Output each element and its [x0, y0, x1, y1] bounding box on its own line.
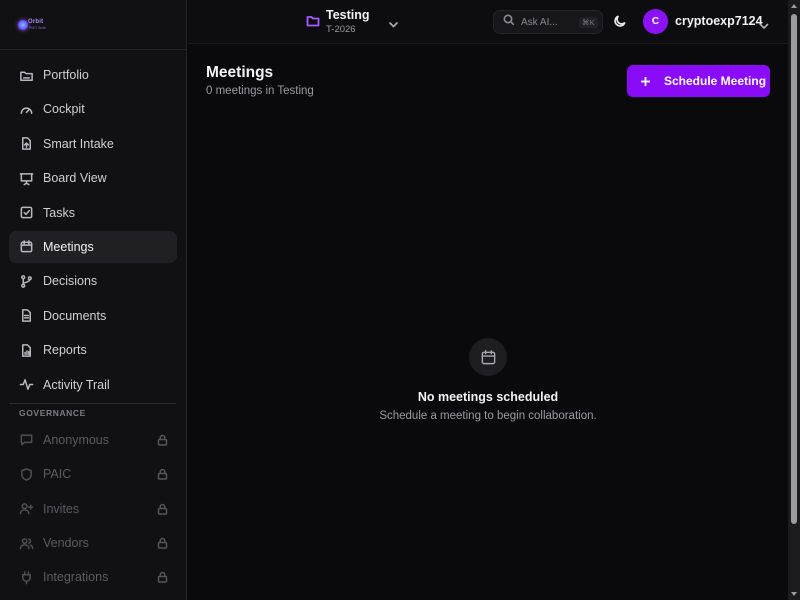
logo-subtext: PMO Suite	[29, 25, 46, 30]
sidebar-item-documents[interactable]: Documents	[9, 300, 177, 332]
plus-icon	[640, 76, 651, 87]
sidebar-item-integrations[interactable]: Integrations	[9, 561, 177, 593]
sidebar-item-activity-trail[interactable]: Activity Trail	[9, 369, 177, 401]
gauge-icon	[18, 101, 34, 117]
calendar-icon	[469, 338, 507, 376]
schedule-meeting-button[interactable]: Schedule Meeting	[627, 65, 770, 97]
app-logo[interactable]: Orbit PMO Suite	[16, 17, 46, 33]
sidebar-item-label: Tasks	[43, 205, 75, 220]
plug-icon	[18, 569, 34, 585]
sidebar-item-label: Meetings	[43, 239, 94, 254]
username[interactable]: cryptoexp7124	[675, 14, 763, 28]
bar-chart-icon	[18, 342, 34, 358]
empty-state-description: Schedule a meeting to begin collaboratio…	[379, 410, 597, 422]
sidebar-item-meetings[interactable]: Meetings	[9, 230, 177, 263]
sidebar-item-label: Invites	[43, 501, 80, 516]
sidebar-item-vendors[interactable]: Vendors	[9, 527, 177, 559]
git-branch-icon	[18, 273, 34, 289]
sidebar-item-label: Decisions	[43, 274, 98, 289]
sidebar-item-label: Vendors	[43, 536, 89, 551]
scroll-up-arrow-icon[interactable]	[791, 4, 797, 8]
chevron-down-icon	[388, 16, 400, 28]
sidebar-item-board-view[interactable]: Board View	[9, 162, 177, 194]
sidebar-item-label: PAIC	[43, 467, 72, 482]
logo-mark	[18, 19, 28, 30]
users-icon	[18, 535, 34, 551]
sidebar-item-label: Anonymous	[43, 432, 110, 447]
presentation-icon	[18, 170, 34, 186]
ask-ai-search[interactable]: Ask AI... ⌘K	[493, 10, 603, 34]
sidebar-item-decisions[interactable]: Decisions	[9, 265, 177, 297]
sidebar-item-label: Portfolio	[43, 68, 89, 82]
sidebar-item-anonymous[interactable]: Anonymous	[9, 424, 177, 456]
document-icon	[18, 308, 34, 324]
sidebar-item-reports[interactable]: Reports	[9, 334, 177, 366]
sidebar-item-label: Documents	[43, 308, 107, 323]
governance-section-label: GOVERNANCE	[19, 407, 86, 418]
governance-nav: Anonymous PAIC Invites Vendors Integrati…	[0, 424, 186, 594]
sidebar-item-label: Cockpit	[43, 102, 85, 117]
message-icon	[18, 432, 34, 448]
sidebar-item-invites[interactable]: Invites	[9, 493, 177, 525]
sidebar-item-paic[interactable]: PAIC	[9, 458, 177, 490]
sidebar-item-portfolio[interactable]: Portfolio	[9, 59, 177, 91]
file-upload-icon	[18, 136, 34, 152]
sidebar-item-label: Smart Intake	[43, 136, 114, 151]
page-title: Meetings	[206, 64, 274, 81]
project-name: Testing	[326, 8, 370, 22]
sidebar-item-tasks[interactable]: Tasks	[9, 197, 177, 229]
folder-icon	[18, 67, 34, 83]
search-placeholder: Ask AI...	[521, 16, 558, 28]
sidebar-item-label: Activity Trail	[43, 377, 110, 392]
checkbox-icon	[18, 205, 34, 221]
scrollbar[interactable]	[788, 0, 800, 600]
search-icon	[503, 13, 515, 31]
sidebar-item-label: Board View	[43, 171, 107, 186]
activity-icon	[18, 377, 34, 393]
project-info: Testing T-2026	[326, 8, 370, 36]
logo-area: Orbit PMO Suite	[0, 0, 186, 50]
chevron-down-icon[interactable]	[759, 17, 769, 35]
calendar-icon	[18, 239, 34, 255]
lock-icon	[157, 468, 168, 481]
empty-state-title: No meetings scheduled	[417, 390, 559, 404]
top-bar: Testing T-2026 Ask AI... ⌘K C cryptoexp7…	[188, 0, 788, 44]
folder-icon	[306, 14, 320, 28]
logo-text: Orbit	[28, 18, 44, 25]
user-plus-icon	[18, 501, 34, 517]
sidebar-nav: Portfolio Cockpit Smart Intake Board Vie…	[0, 50, 186, 401]
sidebar-item-label: Integrations	[43, 570, 109, 585]
scrollbar-thumb[interactable]	[791, 14, 797, 524]
keyboard-shortcut-badge: ⌘K	[579, 16, 598, 28]
empty-state: No meetings scheduled Schedule a meeting…	[188, 338, 788, 422]
lock-icon	[157, 434, 168, 446]
theme-toggle-moon-icon[interactable]	[613, 14, 627, 28]
shield-icon	[18, 466, 34, 482]
sidebar-item-cockpit[interactable]: Cockpit	[9, 93, 177, 125]
schedule-meeting-label: Schedule Meeting	[664, 74, 767, 88]
page-subtitle: 0 meetings in Testing	[206, 85, 314, 97]
project-switcher[interactable]: Testing T-2026	[306, 8, 400, 36]
project-code: T-2026	[326, 24, 356, 35]
scroll-down-arrow-icon[interactable]	[791, 592, 797, 596]
lock-icon	[157, 537, 168, 549]
sidebar-item-label: Reports	[43, 343, 87, 358]
sidebar-item-smart-intake[interactable]: Smart Intake	[9, 128, 177, 160]
lock-icon	[157, 503, 168, 515]
avatar[interactable]: C	[643, 9, 668, 34]
sidebar: Orbit PMO Suite Portfolio Cockpit Smart …	[0, 0, 187, 600]
lock-icon	[157, 571, 168, 584]
